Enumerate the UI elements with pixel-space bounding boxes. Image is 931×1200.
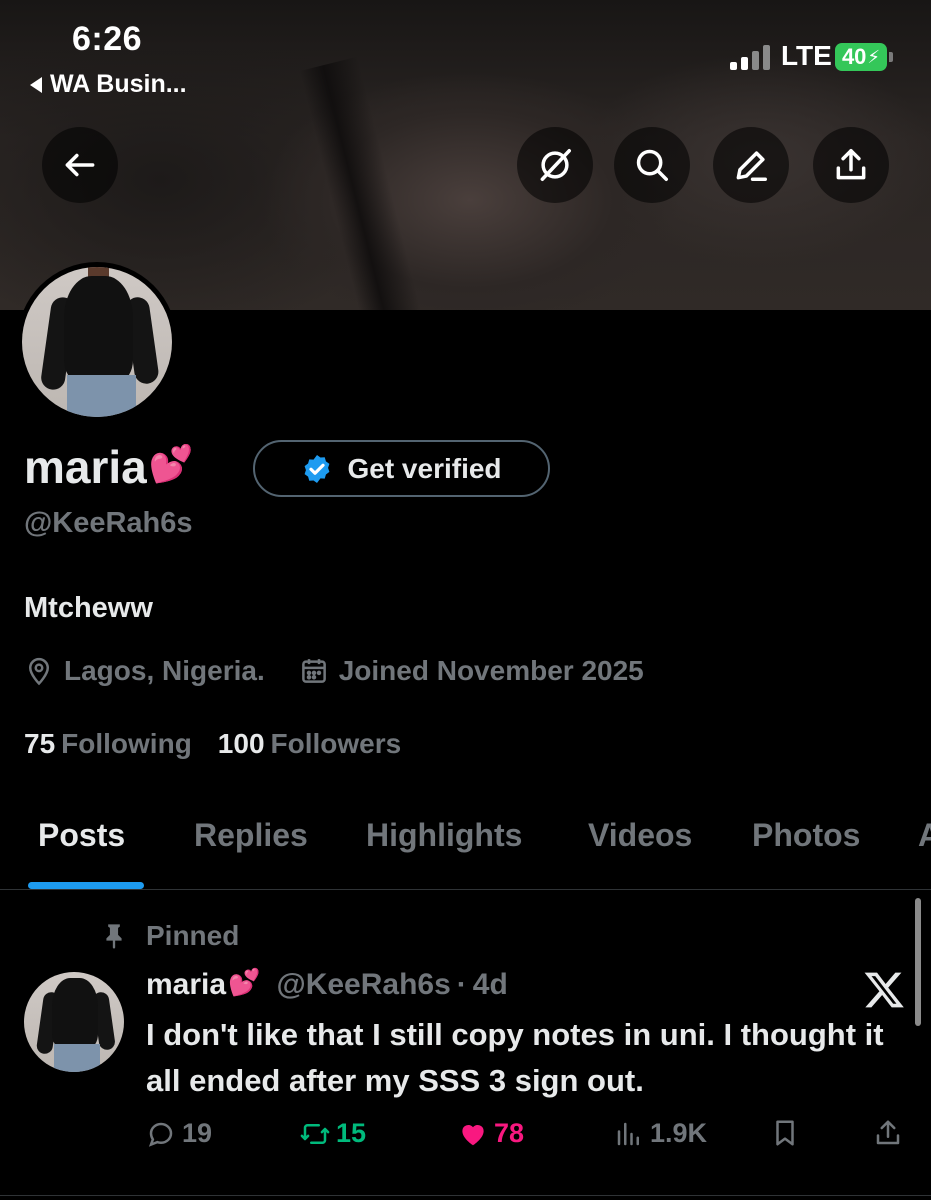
grok-icon xyxy=(540,149,571,181)
profile-handle: @KeeRah6s xyxy=(24,507,193,539)
pencil-icon xyxy=(736,151,767,181)
profile-bio: Mtcheww xyxy=(24,592,153,624)
location-item: Lagos, Nigeria. xyxy=(24,655,265,687)
edit-button[interactable] xyxy=(713,127,789,203)
pinned-label: Pinned xyxy=(146,920,240,951)
post-author-emoji: 💕 xyxy=(228,966,261,997)
bookmark-icon xyxy=(776,1120,794,1146)
network-label: LTE xyxy=(781,40,832,71)
tab-replies[interactable]: Replies xyxy=(194,817,308,854)
back-triangle-icon xyxy=(30,76,42,93)
profile-tabs: Posts Replies Highlights Videos Photos A xyxy=(0,800,931,890)
get-verified-label: Get verified xyxy=(347,452,502,484)
tab-highlights[interactable]: Highlights xyxy=(366,817,522,854)
following-count: 75 xyxy=(24,728,56,759)
location-text: Lagos, Nigeria. xyxy=(64,655,265,686)
post-author-handle[interactable]: @KeeRah6s xyxy=(276,968,450,1002)
reply-icon xyxy=(148,1122,173,1147)
post-author-name[interactable]: maria xyxy=(146,968,226,1002)
views-button[interactable]: 1.9K xyxy=(614,1118,707,1149)
verified-badge-icon xyxy=(305,454,330,483)
status-back-app[interactable]: WA Busin... xyxy=(30,70,187,99)
active-tab-indicator xyxy=(28,882,144,889)
get-verified-button[interactable]: Get verified xyxy=(253,440,550,497)
like-count: 78 xyxy=(494,1118,525,1148)
display-name-row: maria 💕 xyxy=(24,440,194,494)
post-timestamp[interactable]: 4d xyxy=(473,968,508,1002)
repost-button[interactable]: 15 xyxy=(300,1118,366,1149)
repost-count: 15 xyxy=(336,1118,367,1148)
post-text: I don't like that I still copy notes in … xyxy=(146,1017,884,1098)
pin-icon xyxy=(106,924,122,949)
followers-count: 100 xyxy=(217,728,265,759)
profile-avatar[interactable] xyxy=(17,262,177,422)
back-app-label: WA Busin... xyxy=(50,70,187,98)
tab-photos[interactable]: Photos xyxy=(752,817,860,854)
status-time: 6:26 xyxy=(72,20,143,58)
heart-emoji: 💕 xyxy=(148,443,194,484)
profile-meta: Lagos, Nigeria. Joined November 2025 xyxy=(24,655,678,687)
follow-stats: 75 Following 100 Followers xyxy=(24,728,427,760)
joined-item: Joined November 2025 xyxy=(299,655,644,687)
post-avatar[interactable] xyxy=(24,972,124,1072)
post-separator: · xyxy=(456,968,467,1001)
battery-level: 40 xyxy=(841,44,867,69)
battery-icon: 40 ⚡ xyxy=(835,43,893,71)
back-button[interactable] xyxy=(42,127,118,203)
followers-label: Followers xyxy=(270,728,402,759)
tab-videos[interactable]: Videos xyxy=(588,817,692,854)
avatar-photo xyxy=(22,267,172,417)
arrow-left-icon xyxy=(65,153,95,177)
share-profile-button[interactable] xyxy=(813,127,889,203)
search-button[interactable] xyxy=(614,127,690,203)
repost-icon xyxy=(300,1123,330,1144)
tab-articles[interactable]: A xyxy=(918,817,931,854)
post-divider xyxy=(0,1195,931,1196)
charging-bolt-icon: ⚡ xyxy=(867,46,881,67)
search-icon xyxy=(636,149,668,181)
heart-icon xyxy=(462,1124,484,1145)
x-logo-icon[interactable] xyxy=(862,968,906,1012)
pinned-label-row: Pinned xyxy=(100,920,239,952)
share-icon xyxy=(836,149,866,180)
views-icon xyxy=(617,1122,639,1145)
followers-link[interactable]: 100 Followers xyxy=(218,728,401,760)
like-button[interactable]: 78 xyxy=(458,1118,524,1149)
reply-button[interactable]: 19 xyxy=(146,1118,212,1149)
scrollbar[interactable] xyxy=(915,898,921,1026)
display-name: maria xyxy=(24,441,147,493)
tab-posts[interactable]: Posts xyxy=(38,817,125,854)
post-actions: 19 15 78 1.9K xyxy=(0,1118,931,1158)
grok-button[interactable] xyxy=(517,127,593,203)
joined-text: Joined November 2025 xyxy=(338,655,644,686)
share-icon xyxy=(876,1120,900,1145)
share-post-button[interactable] xyxy=(873,1118,909,1148)
views-count: 1.9K xyxy=(650,1118,708,1148)
bookmark-button[interactable] xyxy=(770,1118,806,1148)
following-link[interactable]: 75 Following xyxy=(24,728,192,760)
post-header: maria 💕 @KeeRah6s · 4d xyxy=(146,966,508,1002)
location-pin-icon xyxy=(28,657,50,686)
calendar-icon xyxy=(301,659,326,683)
following-label: Following xyxy=(61,728,192,759)
reply-count: 19 xyxy=(182,1118,213,1148)
signal-icon xyxy=(730,44,770,70)
